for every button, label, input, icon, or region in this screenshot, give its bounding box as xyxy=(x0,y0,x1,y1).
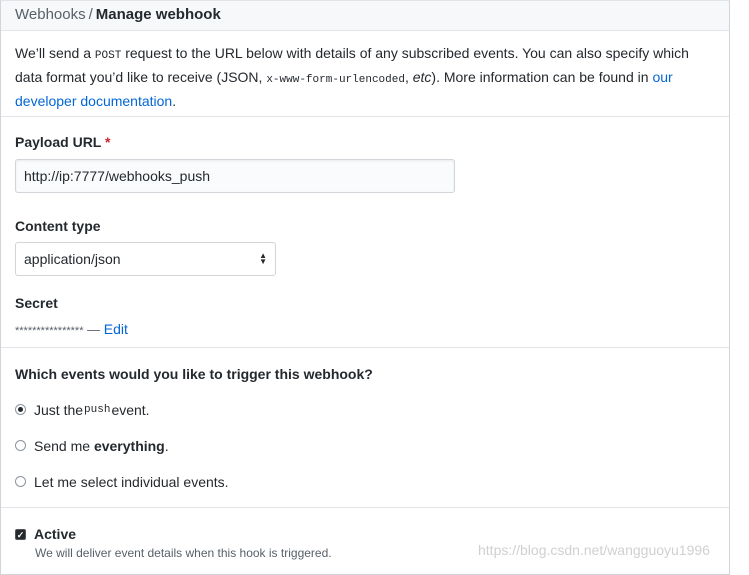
payload-url-input[interactable]: http://ip:7777/webhooks_push xyxy=(15,159,455,193)
radio-label: Just the xyxy=(34,401,84,418)
active-checkbox-row[interactable]: ✓ Active xyxy=(15,526,729,542)
etc-text: etc xyxy=(412,69,432,85)
push-code: push xyxy=(84,403,111,416)
content-type-label: Content type xyxy=(15,218,101,234)
payload-url-label: Payload URL * xyxy=(15,134,111,150)
active-label: Active xyxy=(34,526,77,542)
radio-just-push[interactable]: Just the push event. xyxy=(15,401,715,418)
webhook-panel: Webhooks / Manage webhook We’ll send a POS… xyxy=(0,0,730,575)
urlencoded-code: x-www-form-urlencoded xyxy=(266,74,405,86)
intro-part: We’ll send a xyxy=(15,45,95,61)
radio-label: Send me xyxy=(34,437,91,454)
intro-part: , xyxy=(404,69,413,85)
intro-part: ). More information can be found in xyxy=(431,69,653,85)
breadcrumb-webhooks-link[interactable]: Webhooks xyxy=(15,6,86,23)
radio-label: . xyxy=(164,437,169,454)
watermark: https://blog.csdn.net/wangguoyu1996 xyxy=(478,542,710,558)
radio-unchecked-icon[interactable] xyxy=(15,440,26,451)
radio-label: event. xyxy=(111,401,150,418)
content-type-value: application/json xyxy=(24,251,121,267)
radio-unchecked-icon[interactable] xyxy=(15,476,26,487)
checkbox-checked-icon[interactable]: ✓ xyxy=(15,528,26,540)
radio-label-bold: everything xyxy=(93,437,165,454)
intro-text: We’ll send a POST request to the URL bel… xyxy=(1,31,729,117)
select-arrows-icon: ▲ ▼ xyxy=(259,251,267,266)
breadcrumb: Webhooks / Manage webhook xyxy=(1,1,729,31)
content-type-select[interactable]: application/json ▲ ▼ xyxy=(15,242,276,276)
intro-part: . xyxy=(172,93,177,109)
radio-individual-events[interactable]: Let me select individual events. xyxy=(15,473,715,490)
radio-label: Let me select individual events. xyxy=(34,473,229,490)
secret-row: **************** — Edit xyxy=(15,321,715,337)
secret-edit-link[interactable]: Edit xyxy=(104,321,128,337)
secret-masked: **************** xyxy=(15,325,84,337)
webhook-form: Payload URL * http://ip:7777/webhooks_pu… xyxy=(1,117,729,348)
radio-send-everything[interactable]: Send me everything. xyxy=(15,437,715,454)
required-marker: * xyxy=(105,134,111,150)
radio-checked-icon[interactable] xyxy=(15,404,26,415)
payload-url-value: http://ip:7777/webhooks_push xyxy=(24,168,211,184)
breadcrumb-separator: / xyxy=(88,6,93,23)
events-question: Which events would you like to trigger t… xyxy=(15,366,373,382)
post-code: POST xyxy=(94,50,122,62)
secret-label: Secret xyxy=(15,295,58,311)
events-section: Which events would you like to trigger t… xyxy=(1,348,729,508)
page-title: Manage webhook xyxy=(95,6,221,23)
secret-dash: — xyxy=(83,322,104,337)
